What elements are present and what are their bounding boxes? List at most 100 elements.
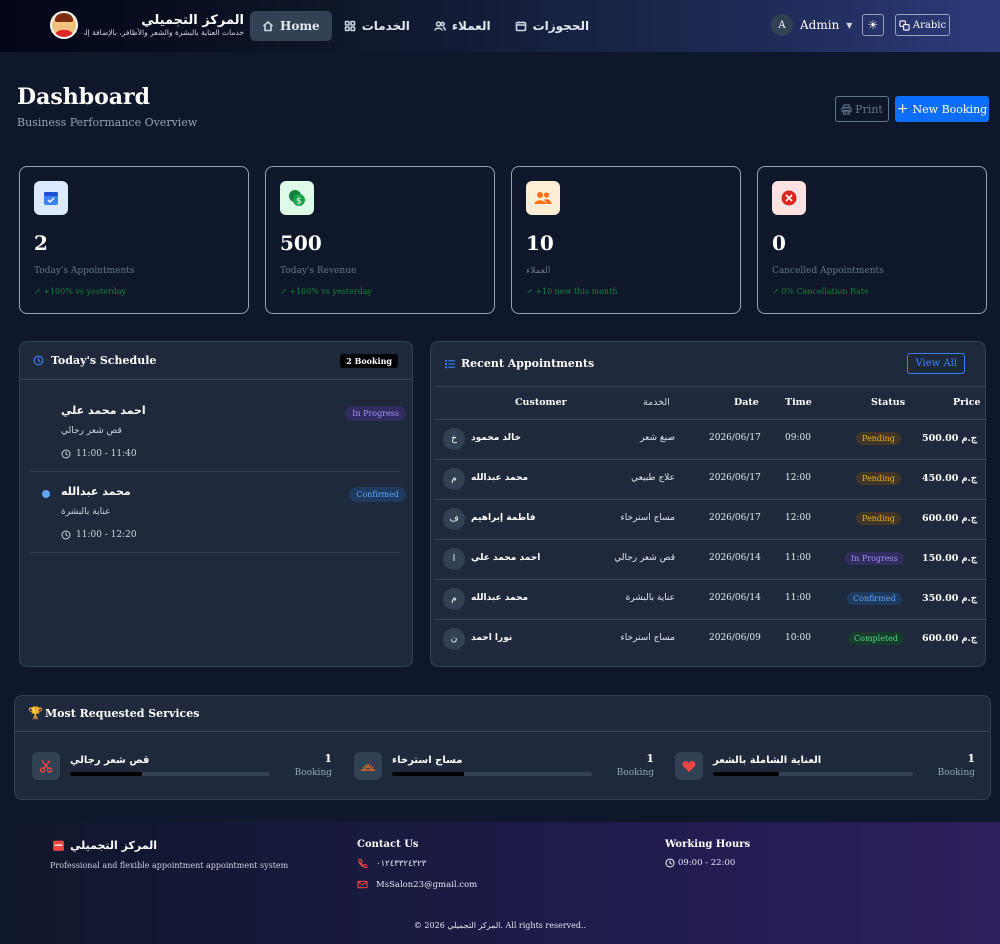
booking-unit: Booking xyxy=(616,768,654,778)
nav-services[interactable]: الخدمات xyxy=(332,11,422,41)
customer-name: محمد عبدالله xyxy=(471,593,529,603)
stat-trend: ↗ +100% vs yesterday xyxy=(280,287,373,296)
popularity-bar xyxy=(392,772,592,776)
stat-card-cancelled: 0 Cancelled Appointments ↗ 0% Cancellati… xyxy=(757,166,987,314)
customer-name: احمد محمد علي xyxy=(471,553,541,563)
table-row[interactable]: م محمد عبدالله عناية بالبشرة 2026/06/14 11:0… xyxy=(433,579,987,619)
print-button[interactable]: Print xyxy=(835,96,889,122)
customer-name: نورا احمد xyxy=(471,633,513,643)
contact-phone[interactable]: ٠١٢٤٣٣٢٤٣٢٣ xyxy=(357,858,426,869)
chevron-down-icon: ▼ xyxy=(846,20,853,30)
top-navbar: المركز التجميلي خدمات العناية بالبشرة وا… xyxy=(0,0,1000,52)
avatar: ف xyxy=(443,508,465,530)
new-booking-button[interactable]: + New Booking xyxy=(895,96,989,122)
brand-name: المركز التجميلي xyxy=(141,13,244,28)
status-badge: In Progress xyxy=(345,406,406,421)
status-badge: Pending xyxy=(856,512,901,525)
language-button[interactable]: Arabic xyxy=(895,14,950,36)
plus-icon: + xyxy=(896,101,909,117)
mail-icon xyxy=(357,880,368,889)
status-badge: Completed xyxy=(848,632,905,645)
appointment-date: 2026/06/17 xyxy=(709,433,761,443)
calendar-icon xyxy=(515,21,526,32)
stat-card-appointments: 2 Today's Appointments ↗ +100% vs yester… xyxy=(19,166,249,314)
panel-title: Today's Schedule xyxy=(51,354,157,367)
active-indicator-dot xyxy=(42,490,50,498)
service-name: قص شعر رجالي xyxy=(70,755,150,766)
stat-trend: ↗ +100% vs yesterday xyxy=(34,287,127,296)
schedule-item[interactable]: محمد عبدالله عناية بالبشرة 11:00 - 12:20… xyxy=(30,473,406,553)
panel-title: Recent Appointments xyxy=(461,357,595,370)
page-subtitle: Business Performance Overview xyxy=(17,116,198,129)
service-name: قص شعر رجالي xyxy=(61,426,122,436)
popularity-bar xyxy=(70,772,270,776)
service-item[interactable]: العناية الشاملة بالشعر 1 Booking xyxy=(675,752,975,782)
popularity-bar-fill xyxy=(392,772,464,776)
appointment-time: 09:00 xyxy=(785,433,811,443)
service-name: علاج طبيعي xyxy=(631,473,675,483)
status-badge: In Progress xyxy=(845,552,904,565)
service-name: عناية بالبشرة xyxy=(625,593,675,603)
service-item[interactable]: مساج استرخاء 1 Booking xyxy=(354,752,654,782)
service-item[interactable]: قص شعر رجالي 1 Booking xyxy=(32,752,332,782)
print-label: Print xyxy=(855,102,883,116)
panel-header: Today's Schedule 2 Booking xyxy=(20,342,412,380)
working-hours: 09:00 - 22:00 xyxy=(665,858,735,868)
price: 150.00 ج.م xyxy=(922,553,977,564)
stat-value: 500 xyxy=(280,231,322,255)
svg-text:$: $ xyxy=(296,197,302,207)
popularity-bar-fill xyxy=(713,772,779,776)
footer-brand: المركز التجميلي xyxy=(70,839,157,852)
nav-customers[interactable]: العملاء xyxy=(422,11,503,41)
todays-schedule-panel: Today's Schedule 2 Booking احمد محمد علي… xyxy=(19,341,413,667)
column-header-price: Price xyxy=(953,397,981,408)
table-row[interactable]: م محمد عبدالله علاج طبيعي 2026/06/17 12:00 Pe… xyxy=(433,459,987,499)
table-row[interactable]: خ خالد محمود صبغ شعر 2026/06/17 09:00 Pending… xyxy=(433,419,987,459)
nav-bookings[interactable]: الحجوزات xyxy=(503,11,602,41)
user-menu[interactable]: A Admin ▼ xyxy=(771,14,852,36)
appointment-date: 2026/06/14 xyxy=(709,553,761,563)
price: 450.00 ج.م xyxy=(922,473,977,484)
booking-count: 1 xyxy=(646,752,654,765)
table-row[interactable]: ن نورا احمد مساج استرخاء 2026/06/09 10:00 Com… xyxy=(433,619,987,659)
column-header-service: الخدمة xyxy=(643,397,670,408)
grid-icon xyxy=(344,20,355,32)
service-name: العناية الشاملة بالشعر xyxy=(713,755,822,766)
column-header-status: Status xyxy=(871,397,906,408)
table-row[interactable]: ا احمد محمد علي قص شعر رجالي 2026/06/14 11:0… xyxy=(433,539,987,579)
booking-count: 1 xyxy=(967,752,975,765)
brand-tagline: خدمات العناية بالبشرة والشعر والأظافر، ب… xyxy=(84,28,244,37)
avatar: ن xyxy=(443,628,465,650)
main-nav: Home الخدمات العملاء الحجوزات xyxy=(250,11,601,41)
customer-name: خالد محمود xyxy=(471,433,521,443)
page-title: Dashboard xyxy=(17,84,150,110)
clock-icon xyxy=(665,858,675,868)
avatar: م xyxy=(443,588,465,610)
popularity-bar xyxy=(713,772,913,776)
appointment-date: 2026/06/14 xyxy=(709,593,761,603)
price: 350.00 ج.م xyxy=(922,593,977,604)
new-booking-label: New Booking xyxy=(912,102,988,116)
divider xyxy=(15,731,990,732)
phone-icon xyxy=(358,858,368,869)
view-all-button[interactable]: View All xyxy=(907,353,965,374)
price: 600.00 ج.م xyxy=(922,513,977,524)
recent-appointments-panel: Recent Appointments View All Customer ال… xyxy=(430,341,987,667)
hours-heading: Working Hours xyxy=(665,839,751,850)
schedule-item[interactable]: احمد محمد علي قص شعر رجالي 11:00 - 11:40… xyxy=(30,392,406,472)
stat-label: العملاء xyxy=(526,266,551,276)
sun-icon: ☀ xyxy=(867,18,879,32)
service-name: مساج استرخاء xyxy=(620,513,675,523)
translate-icon xyxy=(899,19,910,31)
theme-toggle-button[interactable]: ☀ xyxy=(862,14,884,36)
contact-email[interactable]: MsSalon23@gmail.com xyxy=(357,879,477,890)
printer-icon xyxy=(841,103,852,115)
brand[interactable]: المركز التجميلي خدمات العناية بالبشرة وا… xyxy=(50,11,244,39)
nav-home[interactable]: Home xyxy=(250,11,332,41)
heart-icon xyxy=(675,752,703,780)
clock-icon xyxy=(33,355,44,366)
stat-value: 0 xyxy=(772,231,786,255)
table-row[interactable]: ف فاطمة إبراهيم مساج استرخاء 2026/06/17 12:0… xyxy=(433,499,987,539)
column-header-date: Date xyxy=(734,397,759,408)
appointment-date: 2026/06/17 xyxy=(709,513,761,523)
